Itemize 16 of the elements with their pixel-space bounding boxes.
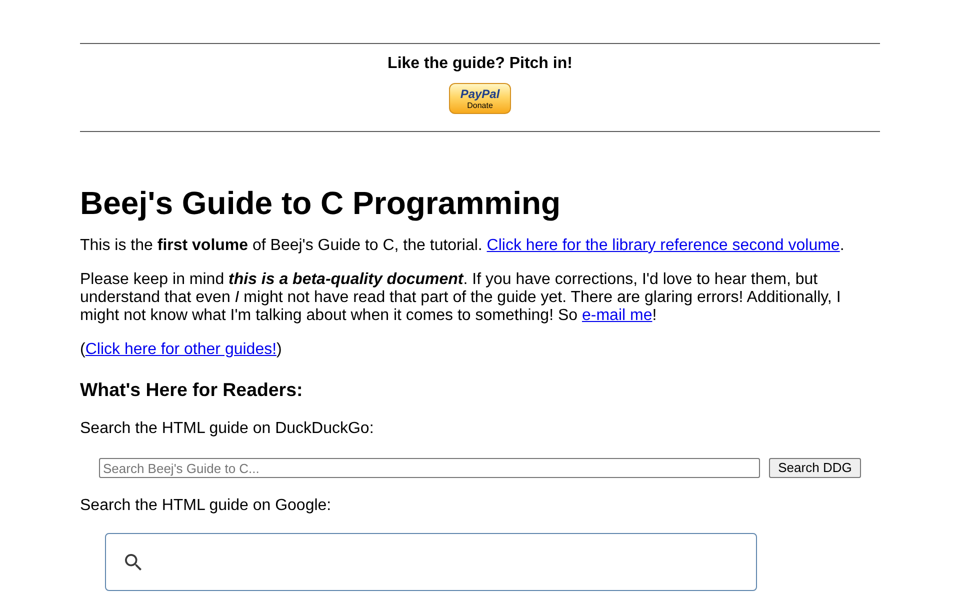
page-title: Beej's Guide to C Programming <box>80 185 562 222</box>
search-field[interactable] <box>105 533 757 591</box>
search-label: Search the HTML guide on Google: <box>80 497 332 515</box>
donate-heading: Like the guide? Pitch in! <box>388 55 572 73</box>
section-heading: What's Here for Readers: <box>80 379 304 401</box>
paragraph: This is the first volume of Beej's Guide to C, the tutorial. Click here for the library reference second volume. <box>80 237 846 255</box>
donate-button[interactable]: PayPal Donate <box>449 83 511 114</box>
search-button[interactable]: Search DDG <box>769 458 861 478</box>
paragraph: Please keep in mind this is a beta-quality document. If you have corrections, I'd love to hear them, but understand that even I might not have read that part of the guide yet. There are glaring errors! Additionally, I might not know what I'm talking about when it comes to something! So e-mail me! <box>80 271 842 325</box>
text-link[interactable]: e-mail me <box>582 307 652 324</box>
search-icon <box>125 554 142 570</box>
text-link[interactable]: Click here for other guides! <box>85 341 277 358</box>
paragraph: (Click here for other guides!) <box>80 341 283 359</box>
search-label: Search the HTML guide on DuckDuckGo: <box>80 420 375 438</box>
search-field[interactable]: Search Beej's Guide to C... <box>99 458 760 478</box>
text-link[interactable]: Click here for the library reference second volume <box>486 237 840 254</box>
